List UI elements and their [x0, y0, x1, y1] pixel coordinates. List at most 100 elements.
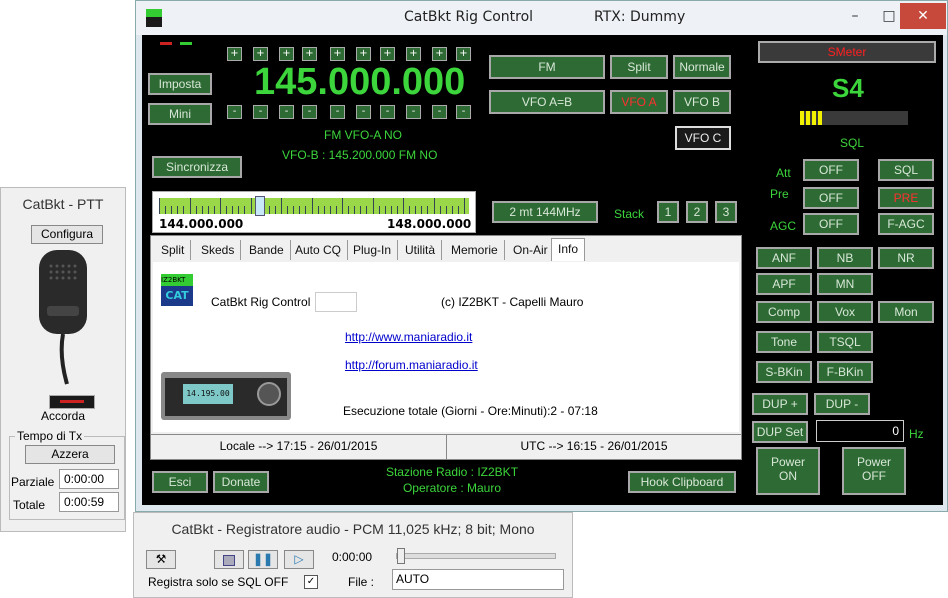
band-slider-thumb[interactable] [255, 196, 265, 216]
tab-split[interactable]: Split [155, 240, 192, 260]
f-bkin-button[interactable]: F-BKin [817, 361, 873, 383]
tab-info[interactable]: Info [551, 238, 586, 261]
band-slider-track[interactable] [159, 196, 469, 216]
accorda-label[interactable]: Accorda [1, 409, 125, 423]
band-tick [201, 206, 203, 214]
anf-button[interactable]: ANF [756, 247, 812, 269]
normale-button[interactable]: Normale [673, 55, 731, 79]
ptt-title: CatBkt - PTT [22, 196, 104, 212]
power-on-button[interactable]: Power ON [756, 447, 820, 495]
position-slider[interactable] [396, 548, 556, 564]
azzera-button[interactable]: Azzera [25, 445, 115, 464]
freq-digit-up-button[interactable]: + [456, 47, 471, 61]
split-button[interactable]: Split [610, 55, 668, 79]
freq-digit-down-button[interactable]: - [380, 105, 395, 119]
sql-only-checkbox[interactable]: ✓ [304, 575, 318, 589]
band-low: 144.000.000 [159, 217, 244, 231]
tab-plug-in[interactable]: Plug-In [347, 240, 399, 260]
stack-3-button[interactable]: 3 [715, 201, 737, 223]
comp-button[interactable]: Comp [756, 301, 812, 323]
settings-button[interactable]: ⚒ [146, 550, 176, 569]
tab-utilita[interactable]: Utilità [399, 240, 443, 260]
tab-bande[interactable]: Bande [243, 240, 291, 260]
vfo-c-button[interactable]: VFO C [675, 126, 731, 150]
forum-link[interactable]: http://forum.maniaradio.it [345, 358, 478, 372]
tone-button[interactable]: Tone [756, 331, 812, 353]
stack-2-button[interactable]: 2 [686, 201, 708, 223]
esci-button[interactable]: Esci [152, 471, 208, 493]
imposta-button[interactable]: Imposta [148, 73, 212, 95]
vox-button[interactable]: Vox [817, 301, 873, 323]
dup-offset-input[interactable]: 0 [816, 420, 904, 442]
nr-button[interactable]: NR [878, 247, 934, 269]
mini-button[interactable]: Mini [148, 103, 212, 125]
close-button[interactable]: ✕ [900, 3, 946, 29]
s-bkin-button[interactable]: S-BKin [756, 361, 812, 383]
logo-bottom-text: CAT [161, 286, 193, 306]
agc-off-button[interactable]: OFF [803, 213, 859, 235]
position-slider-thumb[interactable] [397, 548, 405, 564]
fm-button[interactable]: FM [489, 55, 605, 79]
freq-digit-down-button[interactable]: - [456, 105, 471, 119]
freq-digit-up-button[interactable]: + [227, 47, 242, 61]
freq-digit-down-button[interactable]: - [356, 105, 371, 119]
freq-digit-down-button[interactable]: - [432, 105, 447, 119]
tsql-button[interactable]: TSQL [817, 331, 873, 353]
play-button[interactable]: ▷ [284, 550, 314, 569]
sincronizza-button[interactable]: Sincronizza [152, 156, 242, 178]
vfo-a-button[interactable]: VFO A [610, 90, 668, 114]
file-input[interactable]: AUTO [392, 569, 564, 590]
microphone-image[interactable] [31, 246, 97, 386]
band-button[interactable]: 2 mt 144MHz [492, 201, 598, 223]
website-link[interactable]: http://www.maniaradio.it [345, 330, 472, 344]
tab-auto-cq[interactable]: Auto CQ [289, 240, 349, 260]
nb-button[interactable]: NB [817, 247, 873, 269]
f-agc-button[interactable]: F-AGC [878, 213, 934, 235]
vfo-b-button[interactable]: VFO B [673, 90, 731, 114]
record-button[interactable] [214, 550, 244, 569]
pre-button[interactable]: PRE [878, 187, 934, 209]
freq-digit-up-button[interactable]: + [356, 47, 371, 61]
vfob-line: VFO-B : 145.200.000 FM NO [282, 148, 438, 162]
minimize-button[interactable]: – [838, 3, 872, 29]
donate-button[interactable]: Donate [213, 471, 269, 493]
band-tick [439, 206, 441, 214]
freq-digit-up-button[interactable]: + [279, 47, 294, 61]
mon-button[interactable]: Mon [878, 301, 934, 323]
freq-digit-down-button[interactable]: - [330, 105, 345, 119]
configura-button[interactable]: Configura [31, 225, 103, 244]
apf-button[interactable]: APF [756, 273, 812, 295]
dup-plus-button[interactable]: DUP + [752, 393, 808, 415]
smeter-header[interactable]: SMeter [758, 41, 936, 63]
freq-digit-up-button[interactable]: + [302, 47, 317, 61]
freq-digit-down-button[interactable]: - [302, 105, 317, 119]
pause-button[interactable]: ❚❚ [248, 550, 278, 569]
pre-off-button[interactable]: OFF [803, 187, 859, 209]
att-off-button[interactable]: OFF [803, 159, 859, 181]
freq-digit-down-button[interactable]: - [279, 105, 294, 119]
app-icon [146, 9, 162, 27]
tab-on-air[interactable]: On-Air [507, 240, 555, 260]
freq-digit-down-button[interactable]: - [227, 105, 242, 119]
freq-digit-up-button[interactable]: + [432, 47, 447, 61]
vfo-ab-button[interactable]: VFO A=B [489, 90, 605, 114]
recorder-window: CatBkt - Registratore audio - PCM 11,025… [133, 512, 573, 598]
band-tick [433, 198, 435, 214]
freq-digit-up-button[interactable]: + [380, 47, 395, 61]
stack-1-button[interactable]: 1 [657, 201, 679, 223]
freq-digit-down-button[interactable]: - [406, 105, 421, 119]
mn-button[interactable]: MN [817, 273, 873, 295]
dup-set-button[interactable]: DUP Set [752, 421, 808, 443]
freq-digit-up-button[interactable]: + [406, 47, 421, 61]
s-value: S4 [832, 73, 864, 103]
freq-digit-down-button[interactable]: - [253, 105, 268, 119]
power-off-button[interactable]: Power OFF [842, 447, 906, 495]
freq-digit-up-button[interactable]: + [253, 47, 268, 61]
dup-minus-button[interactable]: DUP - [814, 393, 870, 415]
hook-clipboard-button[interactable]: Hook Clipboard [628, 471, 736, 493]
band-tick [464, 198, 465, 214]
sql-button[interactable]: SQL [878, 159, 934, 181]
tab-memorie[interactable]: Memorie [445, 240, 505, 260]
freq-digit-up-button[interactable]: + [330, 47, 345, 61]
tab-skeds[interactable]: Skeds [195, 240, 242, 260]
